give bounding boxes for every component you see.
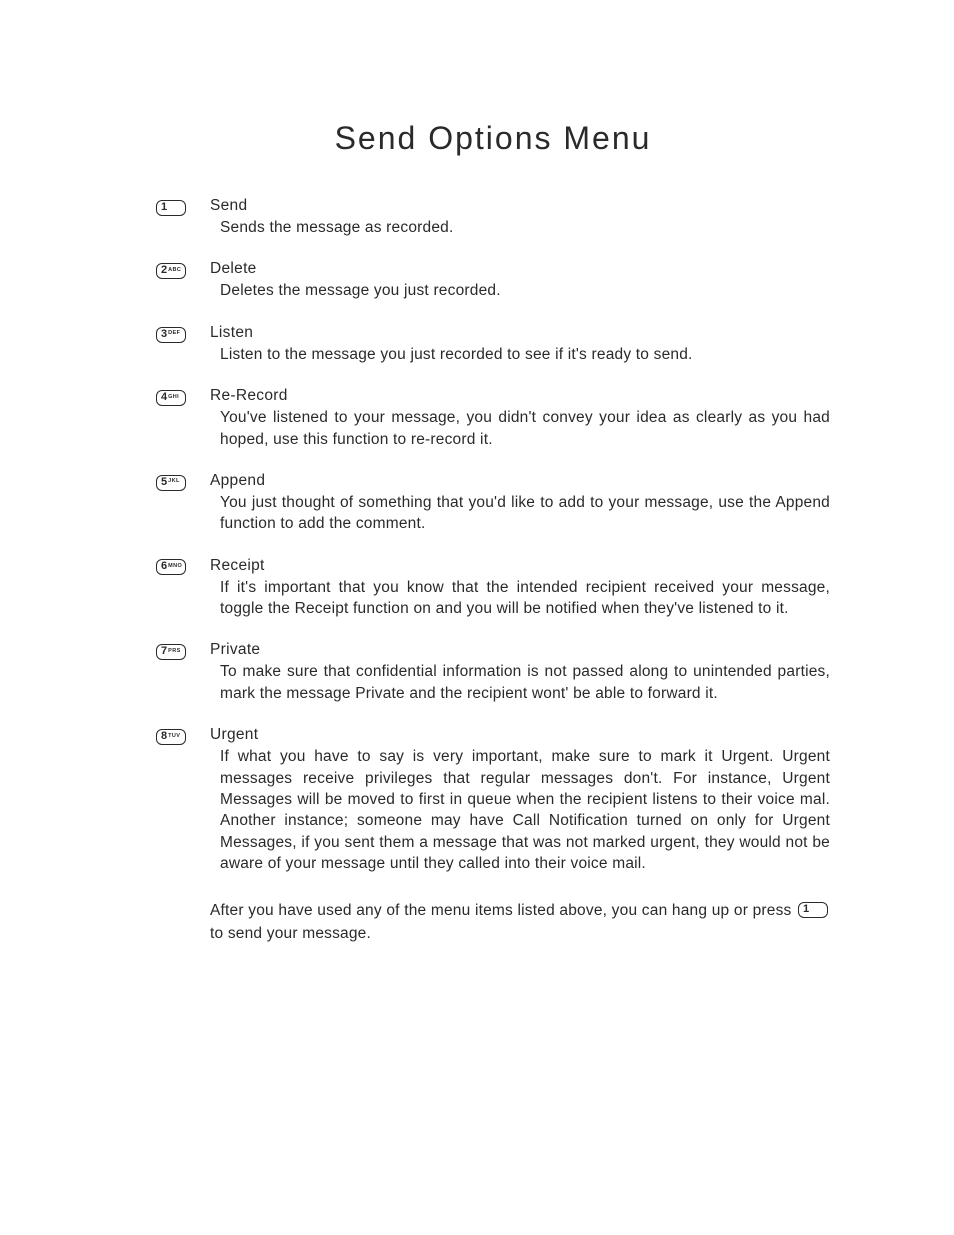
- page-title: Send Options Menu: [156, 120, 830, 157]
- phone-key-icon: 3 DEF: [156, 327, 186, 343]
- option-desc: You just thought of something that you'd…: [210, 492, 830, 535]
- key-letters: MNO: [168, 564, 182, 570]
- key-letters: TUV: [168, 734, 180, 740]
- phone-key-icon: 4 GHI: [156, 390, 186, 406]
- key-col: 4 GHI: [156, 387, 210, 407]
- option-text: Re-Record You've listened to your messag…: [210, 387, 830, 450]
- key-digit: 8: [161, 731, 168, 742]
- option-row: 6 MNO Receipt If it's important that you…: [156, 557, 830, 620]
- footer-post: to send your message.: [210, 925, 371, 942]
- option-text: Send Sends the message as recorded.: [210, 197, 830, 238]
- key-col: 7 PRS: [156, 641, 210, 661]
- option-name: Send: [210, 197, 830, 215]
- key-digit: 6: [161, 561, 168, 572]
- phone-key-icon: 1: [798, 902, 828, 918]
- option-text: Append You just thought of something tha…: [210, 472, 830, 535]
- key-digit: 1: [803, 904, 810, 915]
- phone-key-icon: 1: [156, 200, 186, 216]
- option-text: Delete Deletes the message you just reco…: [210, 260, 830, 301]
- key-col: 1: [156, 197, 210, 217]
- option-row: 8 TUV Urgent If what you have to say is …: [156, 726, 830, 874]
- option-text: Listen Listen to the message you just re…: [210, 324, 830, 365]
- option-text: Private To make sure that confidential i…: [210, 641, 830, 704]
- option-name: Receipt: [210, 557, 830, 575]
- key-letters: GHI: [168, 395, 179, 401]
- key-col: 5 JKL: [156, 472, 210, 492]
- page: Send Options Menu 1 Send Sends the messa…: [0, 0, 954, 1235]
- option-name: Delete: [210, 260, 830, 278]
- key-col: 2 ABC: [156, 260, 210, 280]
- key-col: 8 TUV: [156, 726, 210, 746]
- footer-pre: After you have used any of the menu item…: [210, 902, 796, 919]
- phone-key-icon: 5 JKL: [156, 475, 186, 491]
- key-col: 3 DEF: [156, 324, 210, 344]
- option-desc: If what you have to say is very importan…: [210, 746, 830, 874]
- option-name: Listen: [210, 324, 830, 342]
- phone-key-icon: 8 TUV: [156, 729, 186, 745]
- option-row: 2 ABC Delete Deletes the message you jus…: [156, 260, 830, 301]
- option-desc: To make sure that confidential informati…: [210, 661, 830, 704]
- key-letters: DEF: [168, 331, 180, 337]
- phone-key-icon: 7 PRS: [156, 644, 186, 660]
- option-desc: If it's important that you know that the…: [210, 577, 830, 620]
- option-row: 4 GHI Re-Record You've listened to your …: [156, 387, 830, 450]
- option-row: 5 JKL Append You just thought of somethi…: [156, 472, 830, 535]
- option-row: 3 DEF Listen Listen to the message you j…: [156, 324, 830, 365]
- option-name: Re-Record: [210, 387, 830, 405]
- key-digit: 3: [161, 329, 168, 340]
- option-desc: Listen to the message you just recorded …: [210, 344, 830, 365]
- footer-note: After you have used any of the menu item…: [156, 900, 830, 945]
- option-desc: You've listened to your message, you did…: [210, 407, 830, 450]
- key-digit: 7: [161, 646, 168, 657]
- option-text: Receipt If it's important that you know …: [210, 557, 830, 620]
- key-digit: 1: [161, 202, 168, 213]
- key-letters: PRS: [168, 649, 181, 655]
- key-letters: JKL: [168, 479, 180, 485]
- option-name: Urgent: [210, 726, 830, 744]
- key-letters: ABC: [168, 268, 181, 274]
- key-digit: 5: [161, 477, 168, 488]
- key-digit: 4: [161, 392, 168, 403]
- option-desc: Deletes the message you just recorded.: [210, 280, 830, 301]
- phone-key-icon: 2 ABC: [156, 263, 186, 279]
- option-text: Urgent If what you have to say is very i…: [210, 726, 830, 874]
- option-desc: Sends the message as recorded.: [210, 217, 830, 238]
- option-row: 7 PRS Private To make sure that confiden…: [156, 641, 830, 704]
- key-digit: 2: [161, 265, 168, 276]
- option-name: Private: [210, 641, 830, 659]
- phone-key-icon: 6 MNO: [156, 559, 186, 575]
- option-name: Append: [210, 472, 830, 490]
- key-col: 6 MNO: [156, 557, 210, 577]
- option-row: 1 Send Sends the message as recorded.: [156, 197, 830, 238]
